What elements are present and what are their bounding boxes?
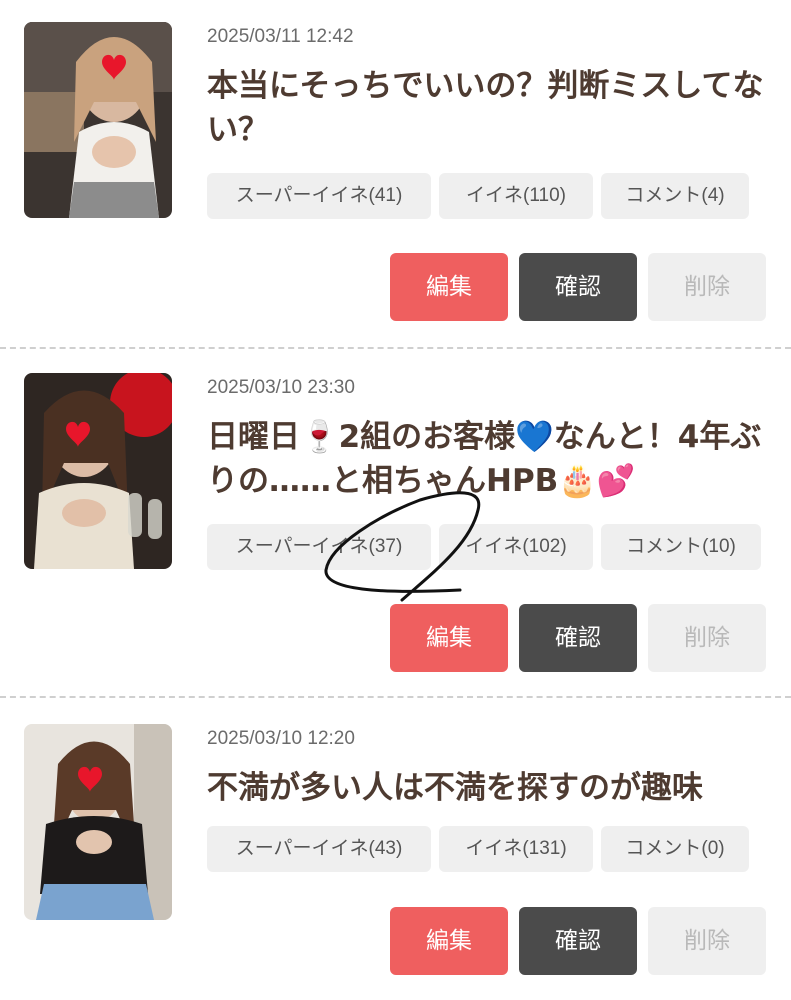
post-title[interactable]: 不満が多い人は不満を探すのが趣味	[207, 766, 767, 810]
blue-heart-icon: 💙	[515, 419, 554, 455]
edit-button[interactable]: 編集	[390, 907, 508, 975]
wine-glass-icon: 🍷	[300, 419, 339, 455]
comment-count[interactable]: コメント(4)	[601, 173, 749, 219]
post-divider	[0, 696, 791, 698]
post-photo	[24, 724, 172, 920]
post-date: 2025/03/10 23:30	[207, 377, 355, 398]
iine-count[interactable]: イイネ(110)	[439, 173, 593, 219]
edit-button[interactable]: 編集	[390, 253, 508, 321]
post-thumbnail[interactable]	[24, 22, 172, 218]
delete-button[interactable]: 削除	[648, 907, 766, 975]
iine-count[interactable]: イイネ(102)	[439, 524, 593, 570]
title-text: 日曜日	[207, 419, 300, 455]
comment-count[interactable]: コメント(0)	[601, 826, 749, 872]
post-date: 2025/03/10 12:20	[207, 728, 355, 749]
confirm-button[interactable]: 確認	[519, 907, 637, 975]
birthday-cake-icon: 🎂	[558, 463, 597, 499]
confirm-button[interactable]: 確認	[519, 604, 637, 672]
comment-count[interactable]: コメント(10)	[601, 524, 761, 570]
post-photo	[24, 373, 172, 569]
post-thumbnail[interactable]	[24, 724, 172, 920]
post-divider	[0, 347, 791, 349]
confirm-button[interactable]: 確認	[519, 253, 637, 321]
post-photo	[24, 22, 172, 218]
post-thumbnail[interactable]	[24, 373, 172, 569]
delete-button[interactable]: 削除	[648, 604, 766, 672]
edit-button[interactable]: 編集	[390, 604, 508, 672]
post-date: 2025/03/11 12:42	[207, 26, 354, 47]
iine-count[interactable]: イイネ(131)	[439, 826, 593, 872]
super-iine-count[interactable]: スーパーイイネ(37)	[207, 524, 431, 570]
post-title[interactable]: 本当にそっちでいいの？判断ミスしてない？	[207, 64, 767, 152]
post-title[interactable]: 日曜日🍷2組のお客様💙なんと！4年ぶりの……と相ちゃんHPB🎂💕	[207, 415, 767, 503]
title-text: 2組のお客様	[338, 419, 516, 455]
super-iine-count[interactable]: スーパーイイネ(41)	[207, 173, 431, 219]
delete-button[interactable]: 削除	[648, 253, 766, 321]
super-iine-count[interactable]: スーパーイイネ(43)	[207, 826, 431, 872]
two-hearts-icon: 💕	[596, 463, 636, 499]
